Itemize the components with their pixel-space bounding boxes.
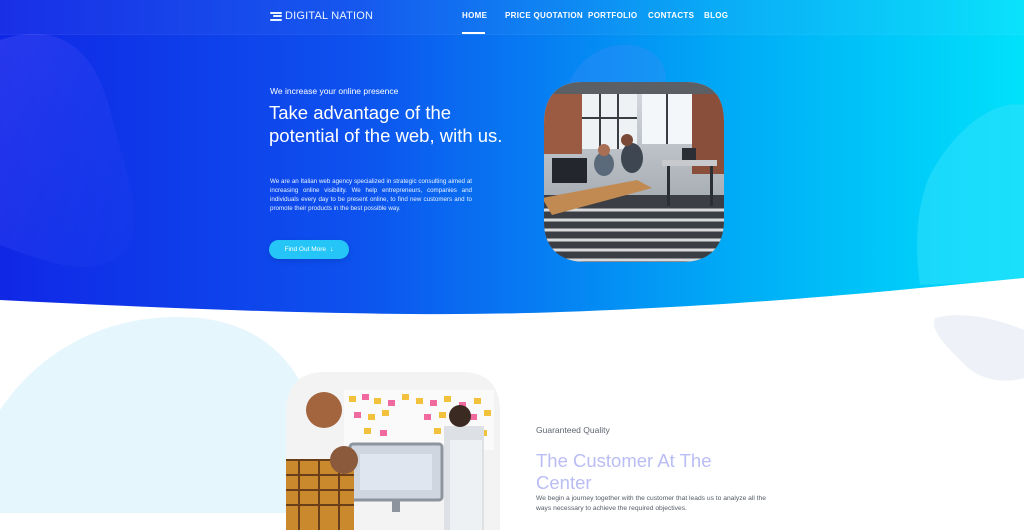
section-body-text: We begin a journey together with the cus… [536,495,766,512]
top-navigation: DIGITAL NATION HOME PRICE QUOTATION PORT… [0,0,1024,34]
section-eyebrow: Guaranteed Quality [536,425,610,435]
hero-section: DIGITAL NATION HOME PRICE QUOTATION PORT… [0,0,1024,330]
hero-body-text: We are an Italian web agency specialized… [270,178,472,213]
brand-logo[interactable]: DIGITAL NATION [270,9,373,23]
nav-portfolio[interactable]: PORTFOLIO [588,11,637,20]
menu-lines-icon [270,11,282,21]
find-out-more-button[interactable]: Find Out More ↓ [269,240,349,259]
team-meeting-image [286,372,500,530]
brand-name: DIGITAL NATION [285,10,374,22]
section-headline: The Customer At The Center [536,450,712,493]
find-out-more-label: Find Out More [284,246,327,253]
hero-background-shapes [0,33,1024,330]
nav-price-quotation[interactable]: PRICE QUOTATION [505,11,583,20]
nav-blog[interactable]: BLOG [704,11,728,20]
arrow-down-icon: ↓ [330,246,334,253]
nav-home[interactable]: HOME [462,11,487,20]
hero-eyebrow: We increase your online presence [270,86,399,96]
active-nav-indicator [462,32,485,34]
hero-office-image [544,82,724,262]
hero-headline: Take advantage of the potential of the w… [269,102,503,146]
section-background-shapes [0,315,1024,513]
nav-contacts[interactable]: CONTACTS [648,11,694,20]
